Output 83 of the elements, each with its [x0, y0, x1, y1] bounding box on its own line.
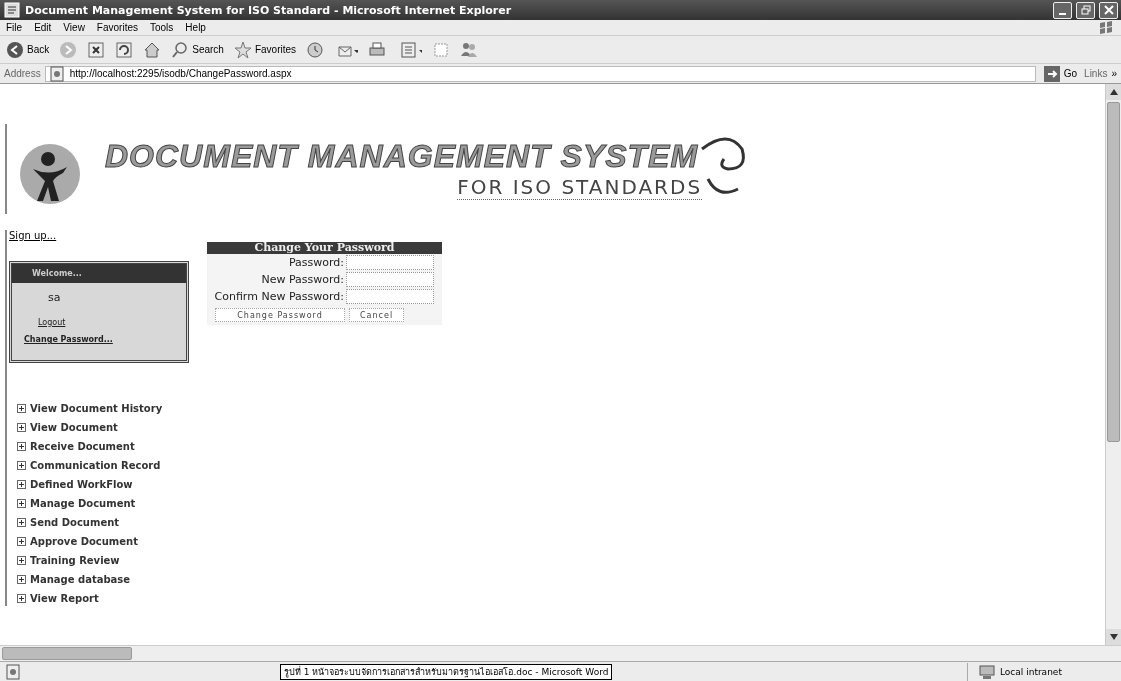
- nav-item[interactable]: Manage Document: [17, 496, 195, 511]
- page-icon: [47, 64, 66, 83]
- people-icon: [460, 40, 479, 59]
- nav-item[interactable]: Communication Record: [17, 458, 195, 473]
- expand-icon: [17, 537, 26, 546]
- messenger-button[interactable]: [460, 40, 479, 59]
- more-chevron[interactable]: »: [1111, 68, 1117, 79]
- star-icon: [233, 40, 252, 59]
- refresh-button[interactable]: [115, 40, 134, 59]
- menu-item[interactable]: Edit: [34, 22, 52, 33]
- search-button[interactable]: Search: [171, 40, 224, 59]
- horizontal-scrollbar[interactable]: [0, 645, 1121, 661]
- back-button[interactable]: Back: [6, 40, 50, 59]
- field-label: Confirm New Password:: [214, 290, 344, 303]
- computer-icon: [978, 662, 996, 681]
- browser-icon: [3, 1, 21, 19]
- nav-item[interactable]: Defined WorkFlow: [17, 477, 195, 492]
- taskbar-tooltip: รูปที่ 1 หน้าจอระบบจัดการเอกสารสำหรับมาตรฐานไอเอสโอ.doc - Microsoft Word: [280, 663, 613, 680]
- history-button[interactable]: [306, 40, 325, 59]
- printer-icon: [368, 40, 387, 59]
- expand-icon: [17, 499, 26, 508]
- expand-icon: [17, 442, 26, 451]
- nav-item[interactable]: Receive Document: [17, 439, 195, 454]
- home-icon: [143, 40, 162, 59]
- vertical-scrollbar[interactable]: [1105, 84, 1121, 645]
- down-arrow-icon[interactable]: [1109, 634, 1118, 640]
- menu-item[interactable]: File: [6, 22, 23, 33]
- logout-link[interactable]: Logout: [12, 304, 186, 327]
- nav-item[interactable]: View Document: [17, 420, 195, 435]
- refresh-icon: [115, 40, 134, 59]
- address-field[interactable]: http://localhost:2295/isodb/ChangePassword.aspx: [44, 65, 1036, 82]
- welcome-header: Welcome...: [12, 264, 186, 283]
- nav-item[interactable]: View Document History: [17, 401, 195, 416]
- user-name: sa: [47, 290, 62, 304]
- change-password-link[interactable]: Change Password...: [12, 327, 186, 344]
- form-title: Change Your Password: [207, 242, 442, 254]
- nav-item[interactable]: View Report: [17, 591, 195, 606]
- password-field[interactable]: [346, 255, 434, 270]
- nav-item[interactable]: Approve Document: [17, 534, 195, 549]
- links-label[interactable]: Links: [1084, 68, 1108, 79]
- close-icon: [1103, 5, 1114, 15]
- windows-logo-icon: [1097, 18, 1115, 37]
- nav-item[interactable]: Manage database: [17, 572, 195, 587]
- minimize-button[interactable]: [1053, 1, 1072, 19]
- banner-title: DOCUMENT MANAGEMENT SYSTEM: [105, 138, 699, 175]
- field-label: Password:: [288, 256, 344, 269]
- stop-button[interactable]: [87, 40, 106, 59]
- expand-icon: [17, 518, 26, 527]
- menu-item[interactable]: Help: [185, 22, 206, 33]
- address-label: Address: [4, 68, 41, 79]
- print-button[interactable]: [368, 40, 387, 59]
- favorites-button[interactable]: Favorites: [233, 40, 297, 59]
- search-icon: [171, 40, 190, 59]
- nav-item[interactable]: Training Review: [17, 553, 195, 568]
- menu-item[interactable]: View: [63, 22, 85, 33]
- up-arrow-icon[interactable]: [1109, 89, 1118, 95]
- zone-label: Local intranet: [1000, 666, 1062, 677]
- password-field[interactable]: [346, 272, 434, 287]
- expand-icon: [17, 594, 26, 603]
- expand-icon: [17, 575, 26, 584]
- nav-item[interactable]: Send Document: [17, 515, 195, 530]
- cancel-button[interactable]: Cancel: [349, 308, 405, 322]
- change-password-button[interactable]: Change Password: [215, 308, 345, 322]
- menu-item[interactable]: Favorites: [96, 22, 138, 33]
- field-label: New Password:: [261, 273, 344, 286]
- expand-icon: [17, 423, 26, 432]
- password-field[interactable]: [346, 289, 434, 304]
- expand-icon: [17, 556, 26, 565]
- go-button[interactable]: Go: [1039, 64, 1081, 83]
- stop-icon: [87, 40, 106, 59]
- window-title: Document Management System for ISO Standard - Microsoft Internet Explorer: [25, 3, 513, 17]
- menu-item[interactable]: Tools: [150, 22, 174, 33]
- home-button[interactable]: [143, 40, 162, 59]
- expand-icon: [17, 404, 26, 413]
- restore-icon: [1080, 5, 1091, 15]
- close-button[interactable]: [1099, 1, 1118, 19]
- expand-icon: [17, 480, 26, 489]
- sign-up-link[interactable]: Sign up...: [9, 230, 195, 241]
- history-icon: [306, 40, 325, 59]
- minimize-icon: [1059, 12, 1066, 15]
- expand-icon: [17, 461, 26, 470]
- banner-subtitle: FOR ISO STANDARDS: [457, 175, 703, 200]
- restore-button[interactable]: [1076, 1, 1095, 19]
